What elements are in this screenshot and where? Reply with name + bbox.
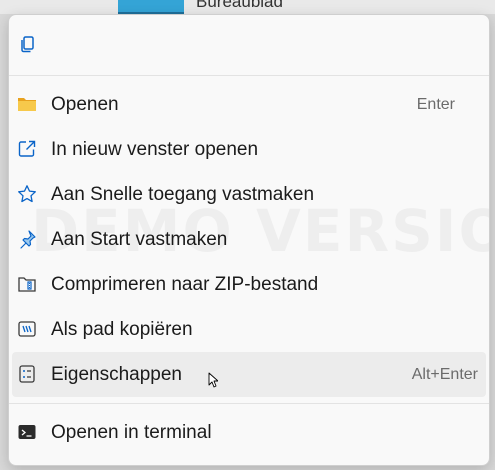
desktop-backdrop: Bureaublad <box>0 0 495 14</box>
menu-item-open-terminal[interactable]: Openen in terminal <box>9 410 489 455</box>
menu-item-label: In nieuw venster openen <box>51 138 259 160</box>
menu-item-compress-zip[interactable]: Comprimeren naar ZIP-bestand <box>9 262 489 307</box>
context-menu-toolbar <box>9 15 489 75</box>
terminal-icon <box>18 425 36 439</box>
menu-item-pin-quick-access[interactable]: Aan Snelle toegang vastmaken <box>9 172 489 217</box>
menu-item-shortcut: Enter <box>416 95 455 113</box>
copy-path-icon <box>18 321 36 337</box>
menu-item-label: Openen in terminal <box>51 421 212 443</box>
menu-item-label: Comprimeren naar ZIP-bestand <box>51 273 319 295</box>
menu-item-label: Als pad kopiëren <box>51 318 193 340</box>
copy-button[interactable] <box>13 29 43 59</box>
menu-item-label: Openen <box>51 93 119 115</box>
menu-item-shortcut: Alt+Enter <box>411 365 478 383</box>
properties-icon <box>19 365 35 383</box>
zip-icon <box>18 277 36 292</box>
menu-item-label: Eigenschappen <box>51 363 182 385</box>
menu-item-label: Aan Start vastmaken <box>51 228 228 250</box>
copy-icon <box>21 36 34 53</box>
star-icon <box>18 185 36 203</box>
context-menu: Openen Enter In nieuw venster openen Aan… <box>8 14 490 466</box>
desktop-folder-icon <box>118 0 184 14</box>
menu-item-properties[interactable]: Eigenschappen Alt+Enter <box>12 352 486 397</box>
pin-icon <box>20 230 36 249</box>
desktop-item-label: Bureaublad <box>196 0 283 11</box>
menu-item-open-new-window[interactable]: In nieuw venster openen <box>9 127 489 172</box>
menu-item-label: Aan Snelle toegang vastmaken <box>51 183 315 205</box>
open-external-icon <box>18 140 36 157</box>
folder-icon <box>18 98 36 111</box>
menu-item-open[interactable]: Openen Enter <box>9 82 489 127</box>
menu-item-pin-start[interactable]: Aan Start vastmaken <box>9 217 489 262</box>
menu-item-copy-as-path[interactable]: Als pad kopiëren <box>9 307 489 352</box>
